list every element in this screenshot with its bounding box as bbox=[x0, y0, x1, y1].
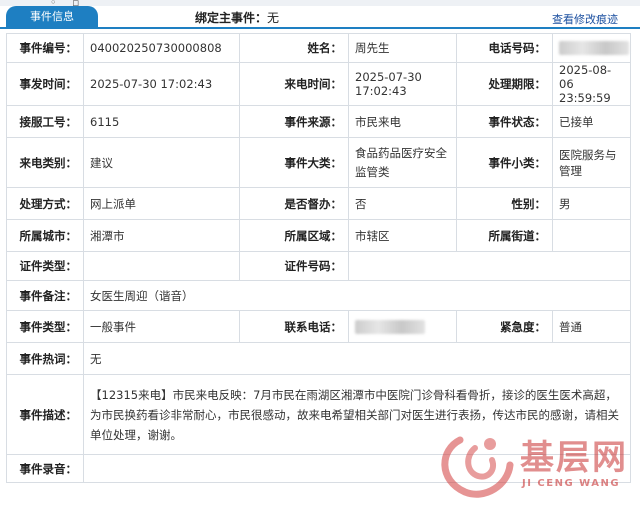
call-time-value: 2025-07-30 17:02:43 bbox=[348, 62, 457, 106]
name-value: 周先生 bbox=[348, 33, 457, 63]
table-row: 所属城市： 湘潭市 所属区域： 市辖区 所属街道： bbox=[6, 219, 631, 252]
description-value: 【12315来电】市民来电反映：7月市民在雨湖区湘潭市中医院门诊骨科看骨折，接诊… bbox=[83, 374, 631, 455]
field-label: 事件热词： bbox=[6, 342, 84, 375]
occur-time-value: 2025-07-30 17:02:43 bbox=[83, 62, 240, 106]
event-type-value: 一般事件 bbox=[83, 310, 240, 343]
field-label: 事件类型： bbox=[6, 310, 84, 343]
field-label: 事件录音： bbox=[6, 454, 84, 483]
table-row: 事件编号： 040020250730000808 姓名： 周先生 电话号码： bbox=[6, 33, 631, 63]
field-label: 事发时间： bbox=[6, 62, 84, 106]
field-label: 接服工号： bbox=[6, 105, 84, 138]
remark-value: 女医生周迎（谐音） bbox=[83, 280, 631, 311]
redacted-block bbox=[559, 41, 629, 56]
field-label: 事件大类： bbox=[239, 137, 349, 188]
field-label: 所属区域： bbox=[239, 219, 349, 252]
id-type-value bbox=[83, 251, 240, 281]
field-label: 事件备注： bbox=[6, 280, 84, 311]
table-row: 事件录音： bbox=[6, 454, 631, 483]
field-label: 事件状态： bbox=[456, 105, 553, 138]
field-label: 是否督办： bbox=[239, 187, 349, 220]
table-row: 证件类型： 证件号码： bbox=[6, 251, 631, 281]
field-label: 处理期限： bbox=[456, 62, 553, 106]
field-label: 姓名： bbox=[239, 33, 349, 63]
table-row: 事件描述： 【12315来电】市民来电反映：7月市民在雨湖区湘潭市中医院门诊骨科… bbox=[6, 374, 631, 455]
table-row: 接服工号： 6115 事件来源： 市民来电 事件状态： 已接单 bbox=[6, 105, 631, 138]
view-modification-log-link[interactable]: 查看修改痕迹 bbox=[552, 11, 618, 27]
field-label: 联系电话： bbox=[239, 310, 349, 343]
gender-value: 男 bbox=[552, 187, 631, 220]
phone-value-redacted bbox=[552, 33, 631, 63]
field-label: 事件小类： bbox=[456, 137, 553, 188]
district-value: 市辖区 bbox=[348, 219, 457, 252]
staff-id-value: 6115 bbox=[83, 105, 240, 138]
field-label: 证件号码： bbox=[239, 251, 349, 281]
major-category-value: 食品药品医疗安全监管类 bbox=[348, 137, 457, 188]
recording-value bbox=[83, 454, 631, 483]
event-info-table: 事件编号： 040020250730000808 姓名： 周先生 电话号码： 事… bbox=[6, 33, 631, 483]
contact-phone-redacted bbox=[348, 310, 457, 343]
field-label: 处理方式： bbox=[6, 187, 84, 220]
supervised-value: 否 bbox=[348, 187, 457, 220]
tab-bar: 事件信息 绑定主事件：无 查看修改痕迹 bbox=[0, 6, 640, 29]
field-label: 所属街道： bbox=[456, 219, 553, 252]
handling-method-value: 网上派单 bbox=[83, 187, 240, 220]
field-label: 事件描述： bbox=[6, 374, 84, 455]
field-label: 来电时间： bbox=[239, 62, 349, 106]
field-label: 紧急度： bbox=[456, 310, 553, 343]
event-number-value: 040020250730000808 bbox=[83, 33, 240, 63]
hotword-value: 无 bbox=[83, 342, 631, 375]
field-label: 证件类型： bbox=[6, 251, 84, 281]
minor-category-value: 医院服务与管理 bbox=[552, 137, 631, 188]
bind-main-event: 绑定主事件：无 bbox=[195, 9, 279, 26]
street-value bbox=[552, 219, 631, 252]
bind-main-label: 绑定主事件： bbox=[195, 11, 268, 25]
table-row: 事件类型： 一般事件 联系电话： 紧急度： 普通 bbox=[6, 310, 631, 343]
urgency-value: 普通 bbox=[552, 310, 631, 343]
tab-event-info[interactable]: 事件信息 bbox=[6, 6, 98, 27]
table-row: 事件备注： 女医生周迎（谐音） bbox=[6, 280, 631, 311]
table-row: 来电类别： 建议 事件大类： 食品药品医疗安全监管类 事件小类： 医院服务与管理 bbox=[6, 137, 631, 188]
field-label: 事件来源： bbox=[239, 105, 349, 138]
field-label: 事件编号： bbox=[6, 33, 84, 63]
source-value: 市民来电 bbox=[348, 105, 457, 138]
bind-main-value: 无 bbox=[267, 11, 280, 25]
redacted-block bbox=[355, 319, 425, 334]
city-value: 湘潭市 bbox=[83, 219, 240, 252]
status-value: 已接单 bbox=[552, 105, 631, 138]
deadline-value: 2025-08-06 23:59:59 bbox=[552, 62, 631, 106]
field-label: 来电类别： bbox=[6, 137, 84, 188]
call-category-value: 建议 bbox=[83, 137, 240, 188]
field-label: 性别： bbox=[456, 187, 553, 220]
table-row: 事件热词： 无 bbox=[6, 342, 631, 375]
field-label: 所属城市： bbox=[6, 219, 84, 252]
table-row: 事发时间： 2025-07-30 17:02:43 来电时间： 2025-07-… bbox=[6, 62, 631, 106]
field-label: 电话号码： bbox=[456, 33, 553, 63]
id-number-value bbox=[348, 251, 631, 281]
table-row: 处理方式： 网上派单 是否督办： 否 性别： 男 bbox=[6, 187, 631, 220]
